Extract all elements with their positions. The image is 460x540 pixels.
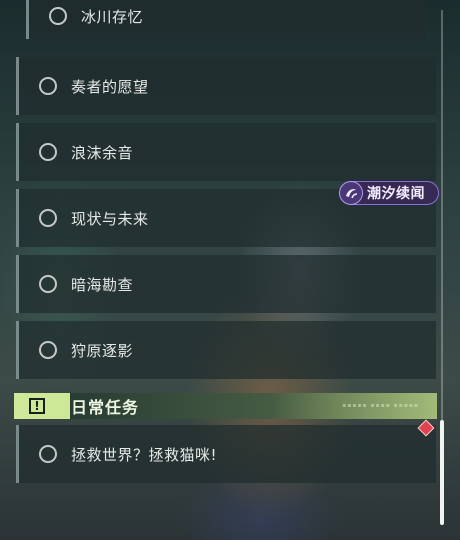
quest-list: 冰川存忆 奏者的愿望 浪沫余音 现状与未来 暗海勘查 狩原逐影 ! 日常任务 ▪… [0,0,460,540]
circle-icon [39,445,57,463]
daily-quests-header[interactable]: ! 日常任务 ▪▪▪▪▪ ▪▪▪▪ ▪▪▪▪▪ [14,393,437,419]
scrollbar-thumb[interactable] [440,420,444,525]
quest-item-dark-sea-survey[interactable]: 暗海勘查 [16,255,436,313]
quest-label: 冰川存忆 [81,7,144,26]
quest-label: 暗海勘查 [71,275,134,294]
exclamation-box-icon: ! [29,398,45,414]
tide-swirl-icon [339,181,363,205]
quest-label: 狩原逐影 [71,341,134,360]
quest-item-performers-wish[interactable]: 奏者的愿望 [16,57,436,115]
circle-icon [39,143,57,161]
quest-item-save-the-world[interactable]: 拯救世界？拯救猫咪! [16,425,436,483]
decorative-pattern: ▪▪▪▪▪ ▪▪▪▪ ▪▪▪▪▪ [342,402,419,409]
quest-label: 现状与未来 [71,209,149,228]
badge-label: 潮汐续闻 [367,186,425,202]
circle-icon [39,209,57,227]
tide-tales-badge[interactable]: 潮汐续闻 [339,181,439,205]
quest-label: 浪沫余音 [71,143,134,162]
quest-label: 奏者的愿望 [71,77,149,96]
circle-icon [39,77,57,95]
quest-item-foam-echoes[interactable]: 浪沫余音 [16,123,436,181]
circle-icon [39,341,57,359]
circle-icon [39,275,57,293]
circle-icon [49,7,67,25]
section-title: 日常任务 [71,398,140,417]
quest-label: 拯救世界？拯救猫咪! [71,445,218,464]
quest-item-glacier-memory[interactable]: 冰川存忆 [26,0,426,39]
quest-item-hunting-shadows[interactable]: 狩原逐影 [16,321,436,379]
